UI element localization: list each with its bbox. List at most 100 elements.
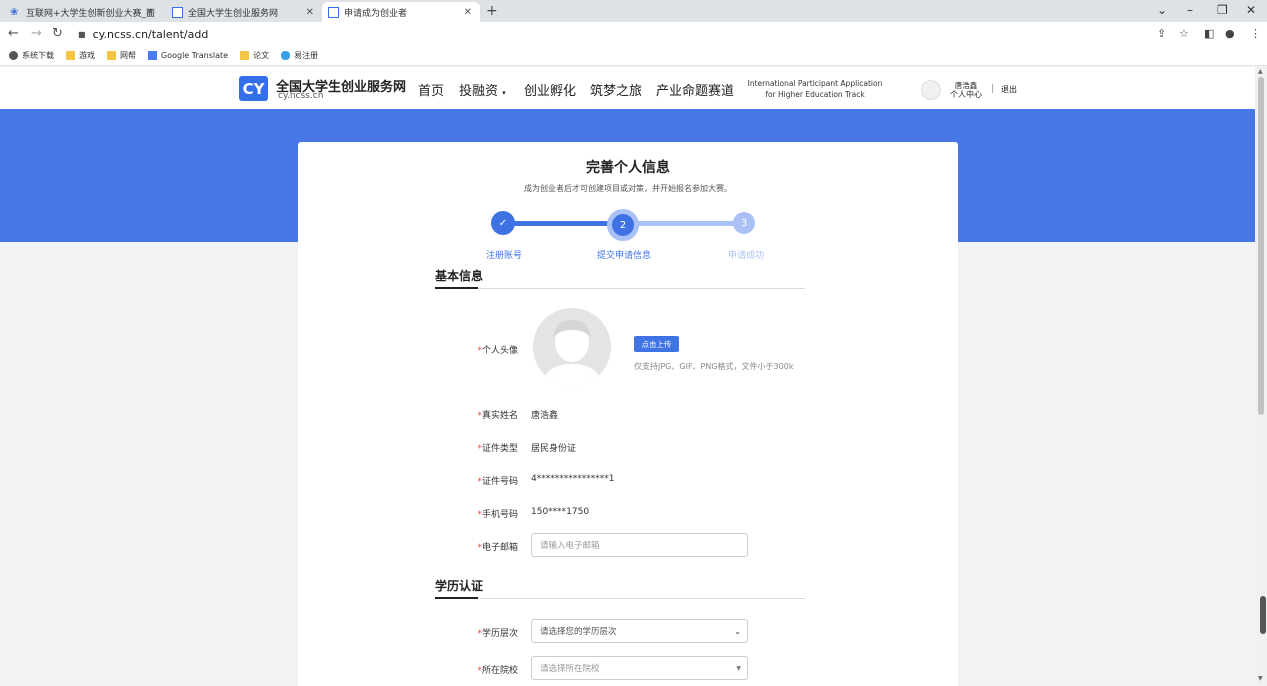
bookmark-label: 易注册 bbox=[294, 51, 319, 60]
upload-avatar-button[interactable]: 点击上传 bbox=[634, 336, 679, 352]
close-window-icon[interactable]: ✕ bbox=[1246, 3, 1256, 17]
label-text: 所在院校 bbox=[481, 666, 518, 676]
bookmark-item[interactable]: 论文 bbox=[240, 50, 269, 61]
site-header: CY 全国大学生创业服务网 cy.ncss.cn 首页 投融资 ▾ 创业孵化 筑… bbox=[0, 67, 1267, 109]
caret-down-icon: ▼ bbox=[736, 664, 741, 672]
step-progress-pending bbox=[623, 221, 743, 226]
step-3-label: 申请成功 bbox=[727, 251, 764, 261]
bookmark-item[interactable]: 网帮 bbox=[107, 50, 136, 61]
avatar[interactable] bbox=[921, 80, 941, 100]
star-icon[interactable]: ☆ bbox=[1179, 27, 1189, 40]
url-field[interactable]: ■ cy.ncss.cn/talent/add bbox=[78, 26, 208, 43]
label-text: 电子邮箱 bbox=[481, 543, 518, 553]
name-value: 唐浩鑫 bbox=[531, 411, 559, 421]
section-divider bbox=[435, 288, 805, 289]
page-scrollbar[interactable]: ▲ ▼ bbox=[1255, 67, 1267, 686]
edu-level-field-label: *学历层次 bbox=[477, 629, 518, 639]
forward-icon[interactable]: → bbox=[31, 26, 42, 41]
side-panel-icon[interactable]: ◧ bbox=[1204, 27, 1214, 40]
close-icon[interactable]: ✕ bbox=[306, 7, 314, 18]
bookmark-label: 论文 bbox=[253, 51, 270, 60]
step-3-dot: 3 bbox=[733, 212, 755, 234]
section-underline bbox=[435, 597, 478, 599]
name-field-label: *真实姓名 bbox=[477, 411, 518, 421]
flower-icon: ❀ bbox=[10, 6, 19, 18]
phone-field-label: *手机号码 bbox=[477, 510, 518, 520]
upload-tip: 仅支持JPG、GIF、PNG格式，文件小于300k bbox=[634, 362, 794, 371]
nav-investment[interactable]: 投融资 ▾ bbox=[459, 80, 506, 99]
section-education-title: 学历认证 bbox=[435, 579, 484, 593]
bookmark-item[interactable]: Google Translate bbox=[148, 51, 228, 60]
label-text: 个人头像 bbox=[481, 346, 518, 356]
school-placeholder: 请选择所在院校 bbox=[540, 664, 600, 674]
floating-side-handle[interactable] bbox=[1260, 596, 1266, 634]
tab-title: 申请成为创业者 bbox=[344, 8, 408, 19]
cy-logo-icon bbox=[172, 6, 183, 18]
lock-icon: ■ bbox=[78, 30, 86, 39]
folder-icon bbox=[107, 51, 116, 60]
tab-2[interactable]: 全国大学生创业服务网 ✕ bbox=[166, 2, 322, 22]
scroll-up-icon[interactable]: ▲ bbox=[1258, 68, 1263, 75]
bookmark-label: 系统下载 bbox=[22, 51, 54, 60]
user-center-link[interactable]: 个人中心 bbox=[950, 89, 982, 100]
bookmark-item[interactable]: 易注册 bbox=[281, 50, 318, 61]
restore-icon[interactable]: ❐ bbox=[1217, 3, 1228, 17]
avatar-placeholder-image bbox=[533, 308, 611, 386]
close-icon[interactable]: ✕ bbox=[146, 7, 154, 18]
chevron-down-icon[interactable]: ⌄ bbox=[1157, 3, 1167, 17]
translate-icon bbox=[148, 51, 157, 60]
nav-home[interactable]: 首页 bbox=[418, 80, 444, 99]
nav-dream-journey[interactable]: 筑梦之旅 bbox=[590, 80, 642, 99]
minimize-icon[interactable]: – bbox=[1187, 3, 1193, 17]
scroll-down-icon[interactable]: ▼ bbox=[1258, 675, 1263, 682]
bookmark-item[interactable]: 系统下载 bbox=[9, 50, 54, 61]
tab-title: 全国大学生创业服务网 bbox=[188, 8, 279, 19]
new-tab-icon[interactable]: + bbox=[486, 3, 498, 19]
bookmarks-bar: 系统下载 游戏 网帮 Google Translate 论文 易注册 bbox=[0, 46, 1267, 66]
edu-level-select[interactable]: 请选择您的学历层次 ⌄ bbox=[531, 619, 748, 643]
id-number-value: 4****************1 bbox=[531, 474, 615, 484]
phone-value: 150****1750 bbox=[531, 507, 590, 517]
bookmark-label: Google Translate bbox=[161, 51, 229, 60]
label-text: 证件类型 bbox=[481, 444, 518, 454]
edu-level-placeholder: 请选择您的学历层次 bbox=[540, 627, 617, 637]
site-subtitle: cy.ncss.cn bbox=[278, 91, 324, 101]
section-basic-info-title: 基本信息 bbox=[435, 269, 484, 283]
menu-icon[interactable]: ⋮ bbox=[1250, 27, 1261, 40]
email-field-label: *电子邮箱 bbox=[477, 543, 518, 553]
address-bar: ← → ↻ ■ cy.ncss.cn/talent/add ⇪ ☆ ◧ ● ⋮ bbox=[0, 22, 1267, 46]
header-separator: | bbox=[991, 84, 995, 94]
profile-icon[interactable]: ● bbox=[1225, 27, 1235, 40]
share-icon[interactable]: ⇪ bbox=[1157, 27, 1166, 40]
back-icon[interactable]: ← bbox=[8, 26, 19, 41]
browser-tab-bar: ❀ 互联网+大学生创新创业大赛_面 ✕ 全国大学生创业服务网 ✕ 申请成为创业者… bbox=[0, 0, 1267, 22]
intl-line-2: for Higher Education Track bbox=[765, 90, 865, 99]
globe-icon bbox=[9, 51, 18, 60]
email-field[interactable]: 请输入电子邮箱 bbox=[531, 533, 748, 557]
reload-icon[interactable]: ↻ bbox=[52, 26, 63, 41]
step-1-check-icon: ✓ bbox=[491, 211, 515, 235]
close-icon[interactable]: ✕ bbox=[464, 7, 472, 18]
caret-down-icon: ▾ bbox=[502, 89, 506, 97]
tab-title: 互联网+大学生创新创业大赛_面 bbox=[26, 8, 156, 19]
bookmark-label: 网帮 bbox=[120, 51, 136, 60]
intl-application-link[interactable]: International Participant Application fo… bbox=[740, 78, 890, 100]
logout-link[interactable]: 退出 bbox=[1001, 84, 1017, 95]
school-select[interactable]: 请选择所在院校 ▼ bbox=[531, 656, 748, 680]
nav-industry-track[interactable]: 产业命题赛道 bbox=[656, 80, 734, 99]
section-divider bbox=[435, 598, 805, 599]
page-title: 完善个人信息 bbox=[586, 160, 670, 176]
label-text: 真实姓名 bbox=[481, 411, 518, 421]
school-field-label: *所在院校 bbox=[477, 666, 518, 676]
label-text: 手机号码 bbox=[481, 510, 518, 520]
scroll-thumb[interactable] bbox=[1258, 77, 1264, 415]
label-text: 证件号码 bbox=[481, 477, 518, 487]
cy-logo-icon bbox=[328, 6, 339, 18]
nav-incubation[interactable]: 创业孵化 bbox=[524, 80, 576, 99]
step-2-dot: 2 bbox=[607, 209, 639, 241]
site-logo-icon[interactable]: CY bbox=[239, 76, 268, 101]
id-type-field-label: *证件类型 bbox=[477, 444, 518, 454]
tab-1[interactable]: ❀ 互联网+大学生创新创业大赛_面 ✕ bbox=[4, 2, 162, 22]
tab-3-active[interactable]: 申请成为创业者 ✕ bbox=[322, 2, 480, 22]
bookmark-item[interactable]: 游戏 bbox=[66, 50, 95, 61]
